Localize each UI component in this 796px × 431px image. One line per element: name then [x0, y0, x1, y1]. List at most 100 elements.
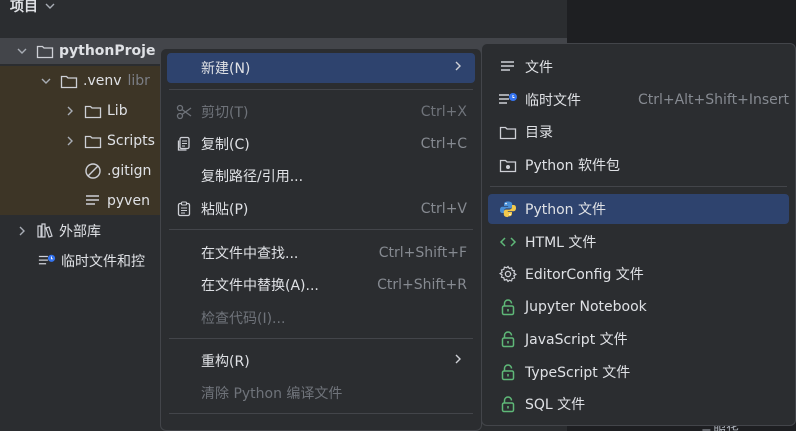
- submenu-item-label: 临时文件: [525, 93, 581, 109]
- menu-item-clean-python[interactable]: 清除 Python 编译文件: [167, 378, 475, 408]
- chevron-down-icon: [45, 3, 55, 9]
- tree-item-label: pythonProje: [59, 43, 156, 59]
- html-code-icon: [498, 232, 518, 252]
- tree-item-hint: libr: [127, 73, 150, 89]
- submenu-item-scratch-file[interactable]: 临时文件 Ctrl+Alt+Shift+Insert: [488, 85, 789, 115]
- submenu-item-file[interactable]: 文件: [488, 52, 789, 82]
- menu-item-label: 在文件中查找...: [201, 246, 299, 262]
- menu-separator: [169, 89, 473, 90]
- folder-icon: [84, 133, 102, 149]
- tree-item-label: .venv: [83, 73, 122, 89]
- submenu-item-label: TypeScript 文件: [525, 365, 631, 381]
- folder-icon: [60, 73, 78, 89]
- paste-icon: [175, 200, 193, 218]
- tree-item-gitignore[interactable]: .gitign: [84, 158, 151, 184]
- tree-item-label: Scripts: [107, 133, 155, 149]
- folder-icon: [36, 43, 54, 59]
- submenu-item-label: HTML 文件: [525, 235, 597, 251]
- menu-item-label: 复制路径/引用...: [201, 169, 304, 185]
- menu-item-label: 新建(N): [201, 61, 251, 77]
- tree-item-label: .gitign: [107, 163, 152, 179]
- project-panel-header[interactable]: 项目: [10, 0, 56, 17]
- submenu-item-html-file[interactable]: HTML 文件: [488, 227, 789, 257]
- menu-item-inspect-code[interactable]: 检查代码(I)...: [167, 303, 475, 333]
- submenu-item-typescript[interactable]: TypeScript 文件: [488, 357, 789, 387]
- submenu-item-label: Python 软件包: [525, 158, 620, 174]
- submenu-item-python-file[interactable]: Python 文件: [488, 194, 789, 224]
- folder-icon: [498, 122, 518, 142]
- submenu-item-shortcut: Ctrl+Alt+Shift+Insert: [637, 92, 789, 108]
- folder-icon: [84, 103, 102, 119]
- scratch-file-icon: [38, 253, 56, 269]
- chevron-right-icon: [453, 353, 463, 369]
- chevron-down-icon[interactable]: [38, 75, 54, 87]
- chevron-right-icon[interactable]: [14, 225, 30, 237]
- menu-separator: [169, 413, 473, 414]
- chevron-right-icon: [453, 60, 463, 76]
- menu-item-copy[interactable]: 复制(C) Ctrl+C: [167, 129, 475, 159]
- submenu-item-directory[interactable]: 目录: [488, 117, 789, 147]
- menu-item-shortcut: Ctrl+C: [420, 136, 467, 152]
- menu-item-shortcut: Ctrl+X: [420, 104, 467, 120]
- package-folder-icon: [498, 155, 518, 175]
- menu-item-refactor[interactable]: 重构(R): [167, 346, 475, 376]
- chevron-right-icon[interactable]: [62, 105, 78, 117]
- menu-separator: [169, 338, 473, 339]
- tree-item-label: 临时文件和控: [61, 254, 145, 270]
- submenu-item-label: Jupyter Notebook: [525, 299, 647, 315]
- submenu-item-label: SQL 文件: [525, 397, 586, 413]
- submenu-item-label: JavaScript 文件: [525, 332, 628, 348]
- tree-item-label: Lib: [107, 103, 128, 119]
- lock-icon: [498, 297, 518, 317]
- submenu-item-label: 文件: [525, 60, 553, 76]
- menu-item-label: 粘贴(P): [201, 202, 249, 218]
- ignored-file-icon: [84, 163, 102, 179]
- submenu-item-python-package[interactable]: Python 软件包: [488, 150, 789, 180]
- menu-item-cut[interactable]: 剪切(T) Ctrl+X: [167, 97, 475, 127]
- menu-separator: [169, 229, 473, 230]
- tree-item-root[interactable]: pythonProje: [14, 38, 155, 64]
- menu-item-shortcut: Ctrl+V: [420, 201, 467, 217]
- menu-item-label: 重构(R): [201, 354, 250, 370]
- scratch-file-icon: [498, 90, 518, 110]
- menu-item-label: 剪切(T): [201, 105, 249, 121]
- tree-item-scratches[interactable]: 临时文件和控: [38, 248, 145, 274]
- submenu-item-editorconfig[interactable]: EditorConfig 文件: [488, 259, 789, 289]
- menu-item-paste[interactable]: 粘贴(P) Ctrl+V: [167, 194, 475, 224]
- menu-item-shortcut: Ctrl+Shift+F: [378, 245, 467, 261]
- context-menu: 新建(N) 剪切(T) Ctrl+X 复制(C) Ctrl+C 复制路径/引用.…: [160, 48, 482, 431]
- tree-item-label: pyven: [107, 193, 150, 209]
- submenu-item-javascript[interactable]: JavaScript 文件: [488, 324, 789, 354]
- scissors-icon: [175, 103, 193, 121]
- panel-title: 项目: [10, 0, 38, 15]
- menu-item-shortcut: Ctrl+Shift+R: [377, 277, 467, 293]
- submenu-item-label: EditorConfig 文件: [525, 267, 644, 283]
- tree-item-label: 外部库: [59, 224, 101, 240]
- tree-item-external-libraries[interactable]: 外部库: [14, 218, 101, 244]
- chevron-down-icon[interactable]: [14, 45, 30, 57]
- menu-item-replace-in-files[interactable]: 在文件中替换(A)... Ctrl+Shift+R: [167, 270, 475, 300]
- menu-item-new[interactable]: 新建(N): [167, 53, 475, 83]
- menu-item-label: 检查代码(I)...: [201, 311, 286, 327]
- tree-item-venv[interactable]: .venv libr: [38, 68, 150, 94]
- submenu-item-label: 目录: [525, 125, 553, 141]
- submenu-separator: [490, 186, 787, 187]
- submenu-item-jupyter[interactable]: Jupyter Notebook: [488, 292, 789, 322]
- menu-item-find-in-files[interactable]: 在文件中查找... Ctrl+Shift+F: [167, 238, 475, 268]
- menu-item-label: 清除 Python 编译文件: [201, 386, 343, 402]
- text-file-icon: [84, 193, 102, 209]
- python-icon: [498, 199, 518, 219]
- tree-item-pyvenv[interactable]: pyven: [84, 188, 150, 214]
- lock-icon: [498, 329, 518, 349]
- tree-item-lib[interactable]: Lib: [62, 98, 128, 124]
- menu-item-copy-path[interactable]: 复制路径/引用...: [167, 161, 475, 191]
- new-submenu: 文件 临时文件 Ctrl+Alt+Shift+Insert 目录 Python …: [481, 43, 796, 426]
- copy-icon: [175, 135, 193, 153]
- chevron-right-icon[interactable]: [62, 135, 78, 147]
- library-icon: [36, 223, 54, 239]
- submenu-item-label: Python 文件: [525, 202, 606, 218]
- lock-icon: [498, 362, 518, 382]
- text-file-icon: [498, 57, 518, 77]
- tree-item-scripts[interactable]: Scripts: [62, 128, 155, 154]
- submenu-item-sql[interactable]: SQL 文件: [488, 389, 789, 419]
